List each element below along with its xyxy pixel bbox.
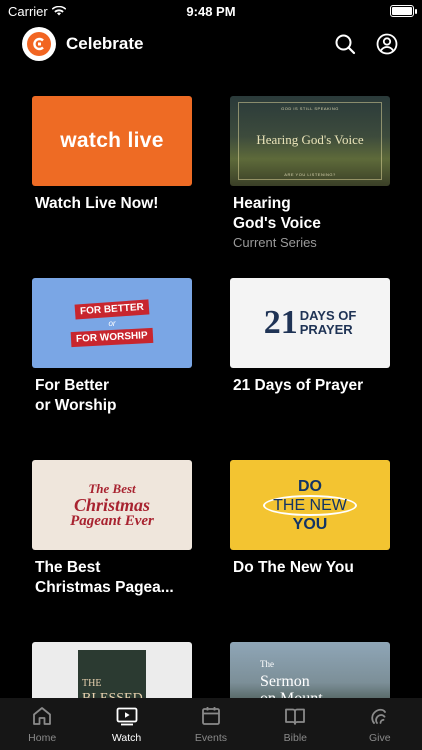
thumbnail[interactable]: DO THE NEW YOU (230, 460, 390, 550)
card-title-line2: or Worship (35, 397, 117, 414)
home-icon (33, 707, 52, 725)
thumbnail-line2: Christmas (73, 495, 151, 515)
tab-bible[interactable]: Bible (253, 704, 337, 744)
card-title: 21 Days of Prayer (233, 377, 364, 394)
card-21-days-of-prayer[interactable]: 21 DAYS OF PRAYER 21 Days of Prayer (230, 278, 390, 396)
card-title-line2: God's Voice (233, 215, 321, 232)
profile-icon[interactable] (374, 31, 400, 57)
card-title-line1: Hearing (233, 195, 291, 212)
tab-label: Bible (283, 732, 308, 744)
tab-give[interactable]: Give (338, 704, 422, 744)
thumbnail-line1: THE (82, 678, 102, 689)
thumbnail-line3: Pageant Ever (70, 513, 154, 529)
app-title: Celebrate (66, 34, 144, 53)
thumbnail-line1: The (260, 659, 274, 669)
tab-events[interactable]: Events (169, 704, 253, 744)
card-title-line2: Christmas Pagea... (35, 579, 174, 596)
thumbnail-word1: DAYS OF (299, 308, 357, 323)
app-header: Celebrate (0, 26, 422, 62)
card-title-line1: For Better (35, 377, 110, 394)
clock: 9:48 PM (186, 3, 236, 19)
card-hearing-gods-voice[interactable]: GOD IS STILL SPEAKING Hearing God's Voic… (230, 96, 390, 250)
card-title-line1: The Best (35, 559, 101, 576)
thumbnail-word2: PRAYER (299, 322, 353, 337)
card-title: Watch Live Now! (35, 195, 159, 212)
thumbnail-line2: or (108, 318, 116, 328)
card-title: The Best Christmas Pagea... (32, 558, 192, 598)
thumbnail[interactable]: The Best Christmas Pageant Ever (32, 460, 192, 550)
tab-label: Home (28, 732, 57, 744)
thumbnail[interactable]: 21 DAYS OF PRAYER (230, 278, 390, 368)
card-do-the-new-you[interactable]: DO THE NEW YOU Do The New You (230, 460, 390, 578)
give-icon (371, 708, 386, 724)
tab-watch[interactable]: Watch (85, 704, 169, 744)
card-title: Do The New You (233, 559, 354, 576)
thumbnail-number: 21 (263, 304, 298, 341)
thumbnail-bottom-text: ARE YOU LISTENING? (284, 172, 336, 177)
card-best-christmas-pageant[interactable]: The Best Christmas Pageant Ever The Best… (32, 460, 192, 598)
tab-bar: Home Watch Events Bible Give (0, 698, 422, 750)
battery-icon (390, 5, 417, 17)
book-icon (285, 708, 306, 725)
card-subtitle: Current Series (233, 235, 317, 250)
thumbnail-line1: DO (298, 477, 322, 495)
thumbnail-top-text: GOD IS STILL SPEAKING (281, 106, 339, 111)
card-title: Hearing God's Voice (230, 194, 390, 234)
thumbnail-line2: THE NEW (263, 494, 357, 516)
tab-label: Give (368, 732, 391, 744)
tab-label: Events (194, 732, 228, 744)
thumbnail[interactable]: FOR BETTER or FOR WORSHIP (32, 278, 192, 368)
thumbnail-text: watch live (60, 129, 164, 152)
card-for-better-or-worship[interactable]: FOR BETTER or FOR WORSHIP For Better or … (32, 278, 192, 416)
search-icon[interactable] (332, 31, 358, 57)
thumbnail[interactable]: watch live (32, 96, 192, 186)
card-watch-live[interactable]: watch live Watch Live Now! (32, 96, 192, 214)
tab-label: Watch (111, 732, 142, 744)
celebrate-logo-icon[interactable] (22, 27, 56, 61)
thumbnail-line3: FOR WORSHIP (70, 327, 154, 347)
play-icon (116, 707, 137, 726)
thumbnail-title: Hearing God's Voice (256, 132, 364, 147)
thumbnail-line1: FOR BETTER (74, 298, 150, 320)
thumbnail-line2: Sermon (260, 673, 310, 690)
thumbnail-line3: YOU (292, 515, 328, 533)
status-bar: Carrier 9:48 PM (0, 0, 422, 22)
thumbnail[interactable]: GOD IS STILL SPEAKING Hearing God's Voic… (230, 96, 390, 186)
tab-home[interactable]: Home (0, 704, 84, 744)
card-title: For Better or Worship (32, 376, 192, 416)
calendar-icon (202, 707, 220, 725)
